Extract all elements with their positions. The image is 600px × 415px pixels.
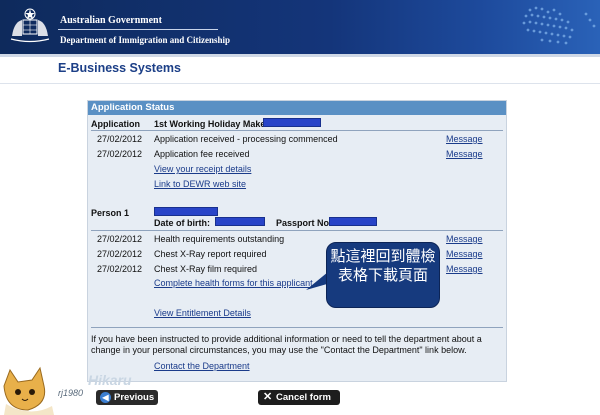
message-link[interactable]: Message <box>446 249 483 259</box>
arrow-left-icon: ◀ <box>100 392 111 403</box>
close-icon: ✕ <box>263 391 273 403</box>
redacted-person-name <box>154 207 218 216</box>
page-title: E-Business Systems <box>58 61 181 75</box>
cancel-form-button-label: Cancel form <box>276 392 331 403</box>
event-text: Application fee received <box>154 149 250 159</box>
government-name: Australian Government <box>60 15 162 26</box>
event-text: Application received - processing commen… <box>154 134 338 144</box>
section-divider <box>91 327 503 328</box>
annotation-callout: 點這裡回到體檢表格下載頁面 <box>326 242 440 308</box>
header-divider <box>58 29 218 30</box>
view-entitlement-link[interactable]: View Entitlement Details <box>154 308 251 318</box>
watermark-handle: rj1980 <box>58 388 84 398</box>
message-link[interactable]: Message <box>446 234 483 244</box>
event-date: 27/02/2012 <box>97 149 143 159</box>
section-divider <box>91 130 503 131</box>
cancel-form-button[interactable]: ✕ Cancel form <box>258 390 340 405</box>
dewr-website-link[interactable]: Link to DEWR web site <box>154 179 246 189</box>
event-date: 27/02/2012 <box>97 264 143 274</box>
header-sub-strip <box>0 54 600 57</box>
dob-label: Date of birth: <box>154 218 210 228</box>
view-receipt-link[interactable]: View your receipt details <box>154 164 251 174</box>
passport-label: Passport No: <box>276 218 333 228</box>
redacted-application-id <box>263 118 321 127</box>
message-link[interactable]: Message <box>446 149 483 159</box>
australia-dot-map-icon <box>522 6 596 45</box>
application-label: Application <box>91 119 140 129</box>
event-text: Chest X-Ray report required <box>154 249 267 259</box>
redacted-dob <box>215 217 265 226</box>
department-name: Department of Immigration and Citizenshi… <box>60 35 230 45</box>
message-link[interactable]: Message <box>446 134 483 144</box>
watermark-brand: Hikaru <box>88 372 132 388</box>
event-date: 27/02/2012 <box>97 249 143 259</box>
redacted-passport <box>329 217 377 226</box>
cat-mascot-icon <box>3 366 54 415</box>
contact-info-text: If you have been instructed to provide a… <box>91 334 482 355</box>
event-text: Chest X-Ray film required <box>154 264 258 274</box>
previous-button[interactable]: ◀ Previous <box>96 390 158 405</box>
event-text: Health requirements outstanding <box>154 234 285 244</box>
person-label: Person 1 <box>91 208 130 218</box>
contact-department-link[interactable]: Contact the Department <box>154 361 250 371</box>
message-link[interactable]: Message <box>446 264 483 274</box>
previous-button-label: Previous <box>114 392 155 403</box>
event-date: 27/02/2012 <box>97 234 143 244</box>
section-divider <box>91 230 503 231</box>
event-date: 27/02/2012 <box>97 134 143 144</box>
panel-heading: Application Status <box>88 101 506 115</box>
coat-of-arms-icon <box>10 8 50 43</box>
application-name: 1st Working Holiday Maker - <box>154 119 275 129</box>
government-header: Australian Government Department of Immi… <box>0 0 600 54</box>
application-status-panel: Application Status Application 1st Worki… <box>87 100 507 382</box>
complete-health-forms-link[interactable]: Complete health forms for this applicant <box>154 278 313 288</box>
title-divider <box>0 83 600 84</box>
